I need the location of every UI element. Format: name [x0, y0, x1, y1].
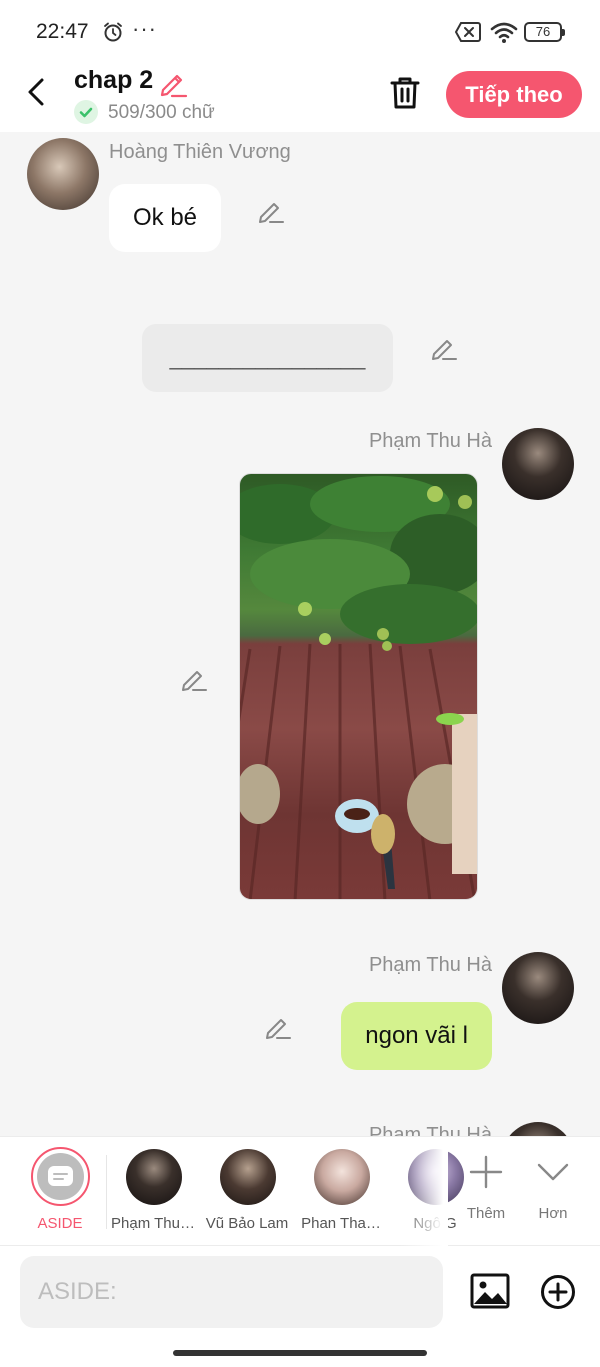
- status-bar: 22:47 ··· 76: [0, 0, 600, 62]
- add-circle-icon[interactable]: [540, 1274, 576, 1310]
- edit-aside-icon[interactable]: [430, 333, 458, 361]
- strip-divider: [106, 1155, 107, 1229]
- chapter-title: chap 2: [74, 66, 154, 94]
- aside-icon: [37, 1153, 84, 1200]
- message-bubble[interactable]: ngon vãi l: [341, 1002, 492, 1070]
- avatar-pham-thu-ha[interactable]: [502, 1122, 574, 1136]
- next-button[interactable]: Tiếp theo: [446, 71, 582, 118]
- add-character-button[interactable]: Thêm: [456, 1149, 516, 1229]
- aside-label: ASIDE: [37, 1215, 83, 1232]
- avatar-pham-thu-ha[interactable]: [502, 952, 574, 1024]
- character-name: Phan Tha…: [301, 1215, 381, 1232]
- more-characters-button[interactable]: Hơn: [523, 1149, 583, 1229]
- sender-name: Phạm Thu Hà: [368, 954, 492, 976]
- sender-name: Hoàng Thiên Vương: [109, 141, 291, 163]
- character-item-pham-thu-ha[interactable]: Phạm Thu…: [108, 1147, 198, 1239]
- sender-name: Phạm Thu Hà: [368, 430, 492, 452]
- input-bar: [0, 1246, 600, 1367]
- status-more-icon: ···: [132, 16, 157, 41]
- aside-selector[interactable]: [31, 1147, 90, 1206]
- wifi-icon: [490, 22, 518, 43]
- back-icon[interactable]: [22, 76, 52, 108]
- plus-icon: [469, 1155, 503, 1189]
- chat-area[interactable]: Hoàng Thiên Vương Ok bé ________________…: [0, 132, 600, 1136]
- header: chap 2 509/300 chữ Tiếp theo: [0, 62, 600, 132]
- home-indicator: [173, 1350, 427, 1356]
- alarm-icon: [104, 22, 122, 42]
- avatar: [126, 1149, 182, 1205]
- edit-title-icon[interactable]: [158, 68, 188, 98]
- sender-name: Phạm Thu Hà: [368, 1124, 492, 1136]
- message-image[interactable]: [239, 473, 478, 900]
- trash-icon[interactable]: [388, 74, 422, 112]
- status-time: 22:47: [36, 20, 89, 43]
- avatar-hoang-thien-vuong[interactable]: [27, 138, 99, 210]
- avatar: [220, 1149, 276, 1205]
- character-item-phan-tha[interactable]: Phan Tha…: [296, 1147, 386, 1239]
- strip-fade: [400, 1137, 448, 1247]
- aside-bubble[interactable]: ________________: [142, 324, 393, 392]
- message-bubble[interactable]: Ok bé: [109, 184, 222, 252]
- avatar-pham-thu-ha[interactable]: [502, 428, 574, 500]
- aside-input[interactable]: [20, 1256, 443, 1328]
- character-name: Vũ Bảo Lam: [205, 1215, 289, 1232]
- avatar: [314, 1149, 370, 1205]
- photo-illustration: [240, 476, 477, 899]
- edit-image-icon[interactable]: [180, 664, 208, 692]
- word-count: 509/300 chữ: [108, 102, 215, 123]
- battery-icon: 76: [524, 22, 565, 42]
- check-icon: [74, 100, 98, 124]
- no-sim-icon: [455, 22, 481, 42]
- add-label: Thêm: [466, 1205, 506, 1222]
- character-strip: ASIDE Phạm Thu… Vũ Bảo Lam Phan Tha… Ngô…: [0, 1136, 600, 1247]
- image-icon[interactable]: [470, 1273, 510, 1309]
- more-label: Hơn: [538, 1205, 568, 1222]
- edit-message-icon[interactable]: [264, 1012, 292, 1040]
- edit-message-icon[interactable]: [257, 196, 285, 224]
- character-item-vu-bao-lam[interactable]: Vũ Bảo Lam: [202, 1147, 292, 1239]
- character-name: Phạm Thu…: [111, 1215, 195, 1232]
- chevron-down-icon: [537, 1163, 569, 1181]
